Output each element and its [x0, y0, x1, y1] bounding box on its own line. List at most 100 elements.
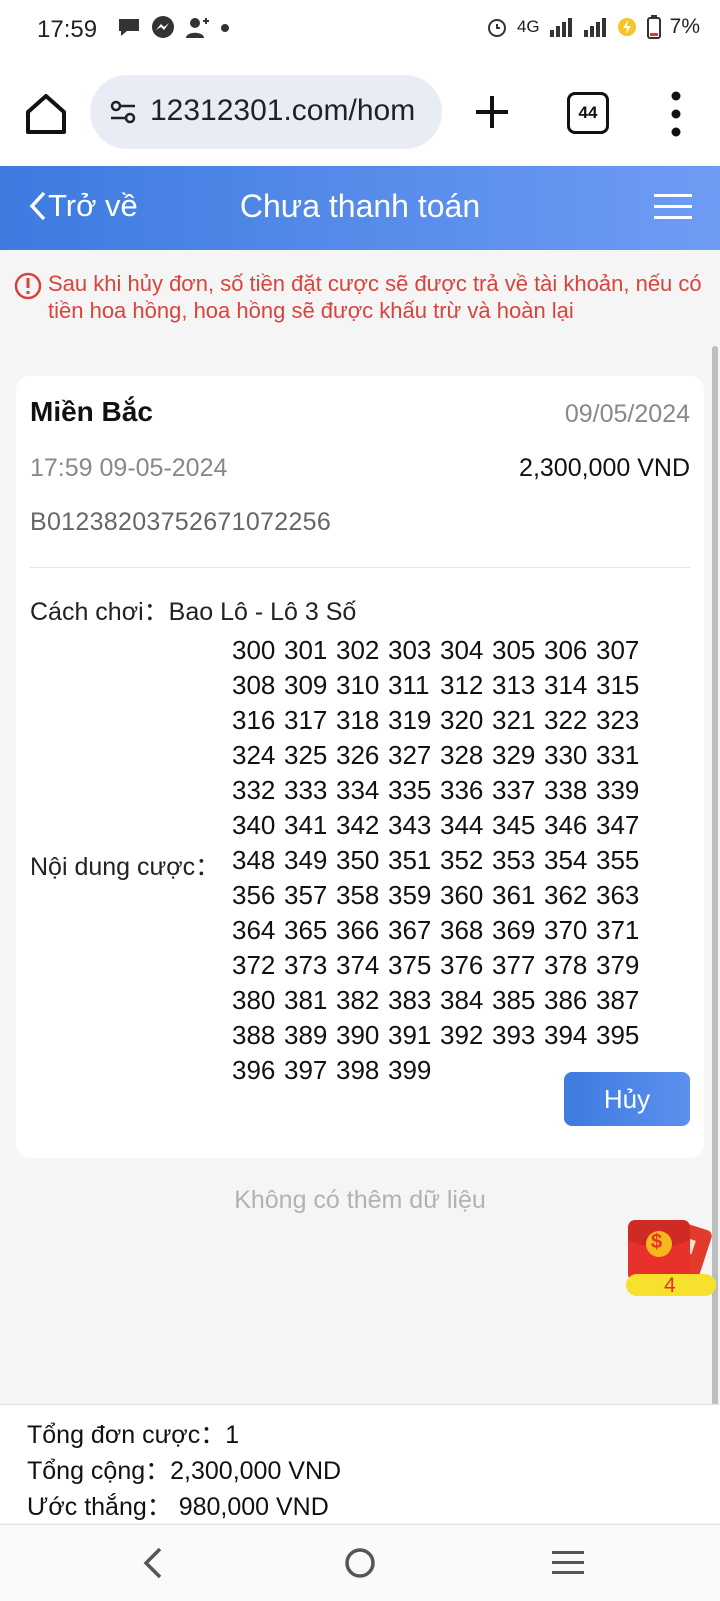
bet-number: 320: [440, 705, 484, 735]
bet-number: 350: [336, 845, 380, 875]
bet-number: 353: [492, 845, 536, 875]
bet-number: 310: [336, 670, 380, 700]
bet-number: 386: [544, 985, 588, 1015]
order-amount: 2,300,000 VND: [519, 454, 690, 482]
order-time: 17:59 09-05-2024: [30, 454, 228, 482]
bet-number: 395: [596, 1020, 640, 1050]
address-bar[interactable]: 12312301.com/hom: [90, 75, 442, 149]
bet-number: 343: [388, 810, 432, 840]
home-icon[interactable]: [22, 90, 70, 138]
menu-icon[interactable]: [654, 192, 692, 222]
bet-number: 373: [284, 950, 328, 980]
number-row: 332 333 334 335 336 337 338 339: [232, 775, 652, 810]
bet-number: 346: [544, 810, 588, 840]
bet-number: 324: [232, 740, 276, 770]
number-row: 324 325 326 327 328 329 330 331: [232, 740, 652, 775]
bet-number: 301: [284, 635, 328, 665]
bet-number: 379: [596, 950, 640, 980]
bet-number: 358: [336, 880, 380, 910]
bet-number: 327: [388, 740, 432, 770]
number-row: 308 309 310 311 312 313 314 315: [232, 670, 652, 705]
bet-number: 396: [232, 1055, 276, 1085]
bet-number: 381: [284, 985, 328, 1015]
bet-number: 349: [284, 845, 328, 875]
number-row: 348 349 350 351 352 353 354 355: [232, 845, 652, 880]
bet-number: 384: [440, 985, 484, 1015]
nav-home-icon[interactable]: [338, 1543, 382, 1583]
order-date: 09/05/2024: [564, 400, 690, 428]
bet-number: 321: [492, 705, 536, 735]
site-settings-icon[interactable]: [108, 97, 138, 127]
number-row: 388 389 390 391 392 393 394 395: [232, 1020, 652, 1055]
bet-number: 312: [440, 670, 484, 700]
bet-number: 368: [440, 915, 484, 945]
bet-number: 326: [336, 740, 380, 770]
bet-number: 392: [440, 1020, 484, 1050]
bet-number: 332: [232, 775, 276, 805]
system-icons: 4G 7%: [485, 14, 700, 40]
messenger-icon: [152, 16, 174, 38]
bet-number: 319: [388, 705, 432, 735]
bet-content-label: Nội dung cược：: [30, 853, 221, 881]
status-bar: 17:59 4G 7%: [0, 0, 720, 62]
bet-number: 339: [596, 775, 640, 805]
bet-number: 313: [492, 670, 536, 700]
bet-number: 330: [544, 740, 588, 770]
bet-number: 377: [492, 950, 536, 980]
bet-number: 338: [544, 775, 588, 805]
play-type-value: Bao Lô - Lô 3 Số: [168, 598, 357, 626]
bet-number: 311: [388, 670, 430, 700]
bet-number: 354: [544, 845, 588, 875]
bet-number: 359: [388, 880, 432, 910]
bet-number: 374: [336, 950, 380, 980]
bet-number: 303: [388, 635, 432, 665]
bet-number: 383: [388, 985, 432, 1015]
number-row: 300 301 302 303 304 305 306 307: [232, 635, 652, 670]
bet-number: 333: [284, 775, 328, 805]
bet-number: 389: [284, 1020, 328, 1050]
bet-number: 385: [492, 985, 536, 1015]
chat-icon: [119, 19, 139, 36]
bet-number: 394: [544, 1020, 588, 1050]
new-tab-icon[interactable]: [470, 90, 514, 134]
bet-number: 335: [388, 775, 432, 805]
status-time: 17:59: [37, 16, 98, 43]
number-row: 356 357 358 359 360 361 362 363: [232, 880, 652, 915]
warning-icon: [14, 272, 42, 300]
bet-number: 309: [284, 670, 328, 700]
nav-recents-icon[interactable]: [546, 1543, 590, 1583]
estimated-win: Ước thắng： 980,000 VND: [27, 1493, 329, 1521]
order-region: Miền Bắc: [30, 396, 153, 427]
divider: [30, 567, 690, 568]
bet-number: 307: [596, 635, 640, 665]
battery-level: 7%: [669, 15, 700, 38]
cancel-button[interactable]: Hủy: [564, 1072, 690, 1126]
bet-number: 334: [336, 775, 380, 805]
system-navigation-bar: [0, 1524, 720, 1601]
bet-number: 302: [336, 635, 380, 665]
more-options-icon[interactable]: [666, 86, 686, 142]
order-card: Miền Bắc 09/05/2024 17:59 09-05-2024 2,3…: [16, 376, 704, 1158]
number-row: 364 365 366 367 368 369 370 371: [232, 915, 652, 950]
bet-number: 356: [232, 880, 276, 910]
bet-number: 347: [596, 810, 640, 840]
signal-icon: [549, 18, 572, 37]
bet-number: 365: [284, 915, 328, 945]
red-envelope-button[interactable]: $ 4: [626, 1218, 718, 1308]
nav-back-icon[interactable]: [132, 1543, 176, 1583]
bet-number: 322: [544, 705, 588, 735]
bet-number: 369: [492, 915, 536, 945]
envelope-count: 4: [664, 1274, 676, 1297]
bet-number: 355: [596, 845, 640, 875]
bet-number: 337: [492, 775, 536, 805]
bet-number: 308: [232, 670, 276, 700]
envelope-symbol: $: [651, 1231, 663, 1253]
bet-number: 329: [492, 740, 536, 770]
bet-number: 316: [232, 705, 276, 735]
tab-switcher-button[interactable]: 44: [567, 92, 609, 134]
bet-number: 399: [388, 1055, 432, 1085]
bet-number: 387: [596, 985, 640, 1015]
bet-number: 323: [596, 705, 640, 735]
app-header: Trở về Chưa thanh toán: [0, 166, 720, 250]
bet-number: 344: [440, 810, 484, 840]
